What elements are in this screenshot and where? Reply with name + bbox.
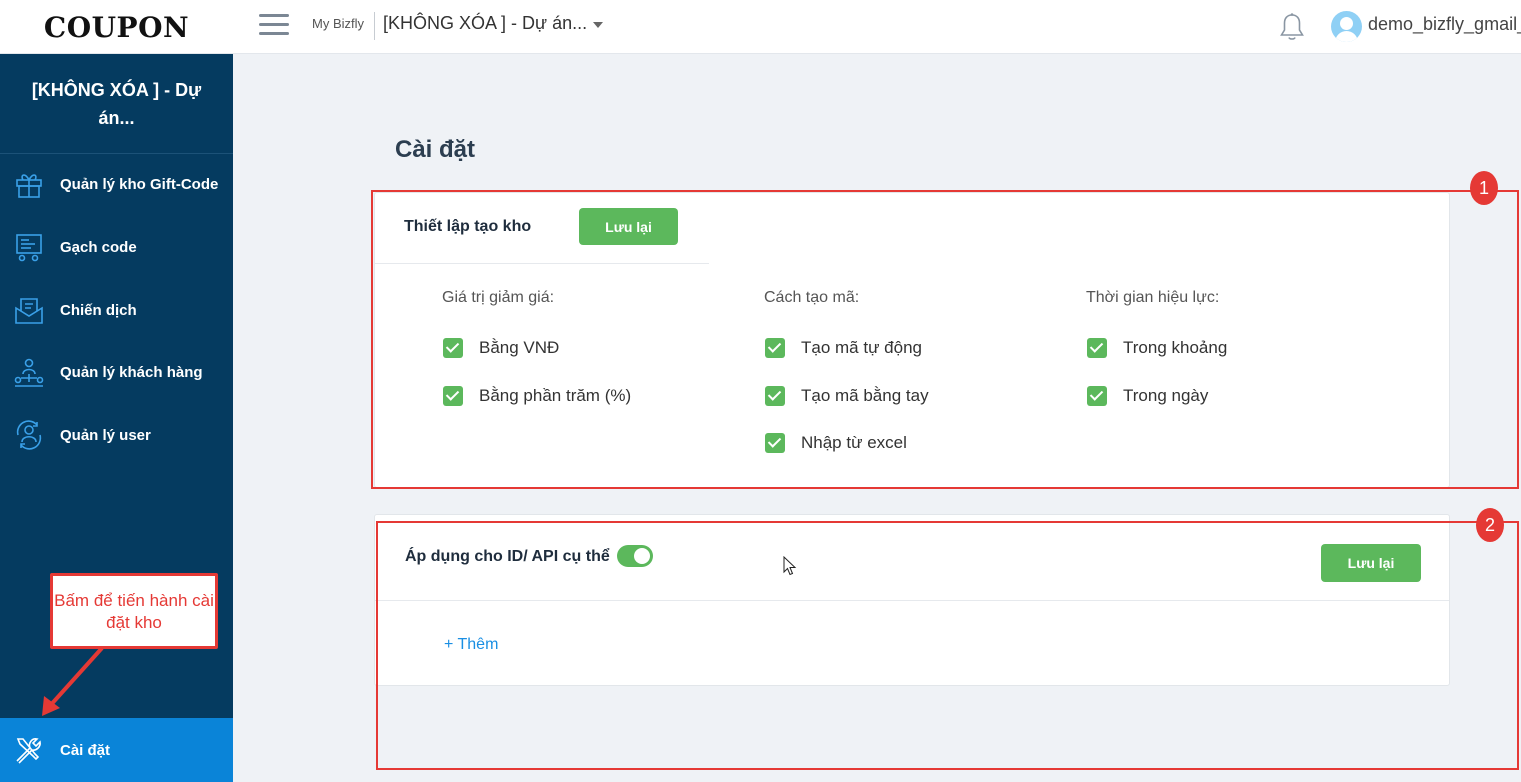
sidebar-item-label: Gạch code bbox=[60, 238, 137, 256]
annotation-box-2 bbox=[376, 521, 1519, 770]
sidebar-project-title: [KHÔNG XÓA ] - Dự án... bbox=[31, 80, 202, 128]
sidebar-item-settings[interactable]: Cài đặt bbox=[0, 718, 233, 782]
chevron-down-icon bbox=[593, 21, 604, 28]
menu-toggle-icon[interactable] bbox=[259, 14, 289, 38]
annotation-callout: Bấm để tiến hành cài đặt kho bbox=[50, 573, 218, 649]
project-selector-label: [KHÔNG XÓA ] - Dự án... bbox=[383, 13, 588, 33]
sidebar-item-gach-code[interactable]: Gạch code bbox=[0, 222, 233, 272]
page-title: Cài đặt bbox=[395, 136, 476, 163]
users-icon bbox=[16, 420, 42, 450]
user-name[interactable]: demo_bizfly_gmail_ bbox=[1368, 14, 1521, 35]
mouse-cursor-icon bbox=[783, 556, 797, 576]
sidebar-item-giftcode[interactable]: Quản lý kho Gift-Code bbox=[0, 159, 233, 209]
user-avatar[interactable] bbox=[1331, 11, 1362, 42]
annotation-badge-2: 2 bbox=[1476, 508, 1504, 542]
sidebar-item-label: Chiến dịch bbox=[60, 301, 137, 319]
sidebar-item-users[interactable]: Quản lý user bbox=[0, 410, 233, 460]
top-bar: COUPON My Bizfly [KHÔNG XÓA ] - Dự án...… bbox=[0, 0, 1521, 54]
sidebar-item-label: Quản lý user bbox=[60, 426, 151, 444]
annotation-arrow-icon bbox=[42, 646, 104, 716]
sidebar-item-customers[interactable]: Quản lý khách hàng bbox=[0, 347, 233, 397]
sidebar-item-label: Cài đặt bbox=[60, 741, 111, 759]
sidebar-item-campaign[interactable]: Chiến dịch bbox=[0, 285, 233, 335]
project-selector[interactable]: [KHÔNG XÓA ] - Dự án... bbox=[383, 13, 604, 34]
customers-icon bbox=[14, 358, 44, 387]
sidebar-divider bbox=[0, 153, 233, 154]
scan-code-icon bbox=[16, 234, 42, 262]
brand-link[interactable]: My Bizfly bbox=[312, 16, 364, 31]
app-logo[interactable]: COUPON bbox=[0, 0, 233, 54]
sidebar-item-label: Quản lý khách hàng bbox=[60, 363, 203, 381]
sidebar-item-label: Quản lý kho Gift-Code bbox=[60, 175, 219, 193]
gift-icon bbox=[16, 174, 42, 198]
campaign-icon bbox=[15, 298, 43, 324]
notification-bell-icon[interactable] bbox=[1278, 12, 1306, 42]
project-divider bbox=[374, 12, 375, 40]
settings-tools-icon bbox=[16, 738, 41, 764]
annotation-badge-1: 1 bbox=[1470, 171, 1498, 205]
annotation-box-1 bbox=[371, 190, 1519, 489]
